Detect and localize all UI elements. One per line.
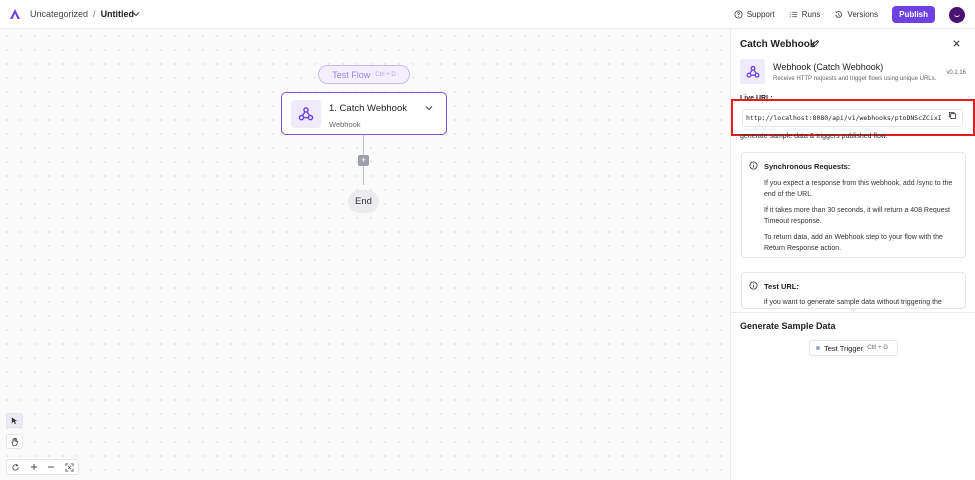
end-node: End — [348, 190, 379, 213]
sync-requests-info: Synchronous Requests: If you expect a re… — [741, 152, 966, 258]
list-icon — [789, 11, 797, 18]
versions-label: Versions — [847, 10, 879, 19]
help-circle-icon — [734, 10, 743, 19]
chevron-down-icon[interactable] — [132, 10, 140, 18]
section-divider — [731, 312, 975, 313]
step-settings-panel: Catch Webhook Webhook (Catch Webhook) Re… — [730, 29, 975, 480]
trigger-name: Webhook (Catch Webhook) — [773, 62, 884, 72]
top-bar: Uncategorized / Untitled Support Runs Ve… — [0, 0, 975, 29]
webhook-icon — [740, 59, 765, 84]
sync-paragraph-3: To return data, add an Webhook step to y… — [764, 234, 943, 252]
sync-heading: Synchronous Requests: — [764, 162, 851, 171]
live-url-highlight: http://localhost:8080/api/v1/webhooks/pt… — [731, 99, 975, 136]
sync-paragraph-2: If it takes more than 30 seconds, it wil… — [764, 207, 950, 225]
top-actions: Support Runs Versions Publish — [734, 6, 965, 23]
zoom-out-icon[interactable] — [46, 462, 56, 472]
zoom-toolbar — [6, 459, 79, 475]
test-trigger-shortcut: Ctrl + G — [867, 345, 889, 351]
runs-button[interactable]: Runs — [789, 10, 821, 19]
hand-icon — [11, 437, 18, 446]
publish-button[interactable]: Publish — [892, 6, 935, 23]
breadcrumb-flow-name[interactable]: Untitled — [101, 9, 135, 19]
panel-title: Catch Webhook — [740, 39, 816, 50]
step-title: 1. Catch Webhook — [329, 103, 407, 114]
test-url-heading: Test URL: — [764, 282, 799, 291]
breadcrumb: Uncategorized / Untitled — [30, 9, 134, 19]
test-url-info: Test URL: if you want to generate sample… — [741, 272, 966, 309]
test-flow-shortcut: Ctrl + D — [375, 71, 396, 78]
info-icon — [749, 281, 758, 290]
pointer-icon — [11, 417, 18, 425]
sync-paragraph-1: If you expect a response from this webho… — [764, 180, 953, 198]
runs-label: Runs — [801, 10, 821, 19]
breadcrumb-separator: / — [93, 9, 96, 19]
zoom-in-icon[interactable] — [29, 462, 39, 472]
trigger-version: v0.1.16 — [946, 70, 966, 76]
info-icon — [749, 161, 758, 170]
add-step-button[interactable]: + — [358, 155, 369, 166]
trigger-description: Receive HTTP requests and trigger flows … — [773, 76, 937, 82]
test-url-paragraph: if you want to generate sample data with… — [764, 299, 942, 306]
status-dot — [816, 346, 820, 350]
webhook-icon — [291, 100, 321, 128]
refresh-icon[interactable] — [11, 462, 21, 472]
history-icon — [835, 11, 843, 18]
close-icon[interactable] — [952, 39, 961, 48]
pencil-icon[interactable] — [811, 39, 820, 48]
live-url-field[interactable]: http://localhost:8080/api/v1/webhooks/pt… — [742, 109, 963, 127]
fit-view-icon[interactable] — [64, 462, 74, 472]
support-button[interactable]: Support — [734, 10, 775, 19]
support-label: Support — [746, 10, 775, 19]
breadcrumb-folder[interactable]: Uncategorized — [30, 9, 88, 19]
test-flow-button[interactable]: Test Flow Ctrl + D — [318, 65, 410, 84]
avatar[interactable] — [949, 6, 965, 23]
copy-icon[interactable] — [948, 111, 957, 120]
generate-note: generate sample data & triggers publishe… — [740, 133, 888, 140]
test-trigger-button[interactable]: Test Trigger Ctrl + G — [809, 340, 898, 356]
pan-tool-button[interactable] — [6, 434, 23, 449]
test-flow-label: Test Flow — [332, 69, 371, 80]
app-logo-icon[interactable] — [9, 8, 21, 20]
step-subtitle: Webhook — [329, 120, 361, 129]
versions-button[interactable]: Versions — [834, 10, 878, 19]
chevron-down-icon[interactable] — [425, 104, 433, 112]
app-root: Uncategorized / Untitled Support Runs Ve… — [0, 0, 975, 480]
step-card-catch-webhook[interactable]: 1. Catch Webhook Webhook — [281, 92, 447, 135]
select-tool-button[interactable] — [6, 413, 23, 428]
generate-sample-title: Generate Sample Data — [740, 321, 836, 331]
test-trigger-label: Test Trigger — [824, 343, 864, 353]
